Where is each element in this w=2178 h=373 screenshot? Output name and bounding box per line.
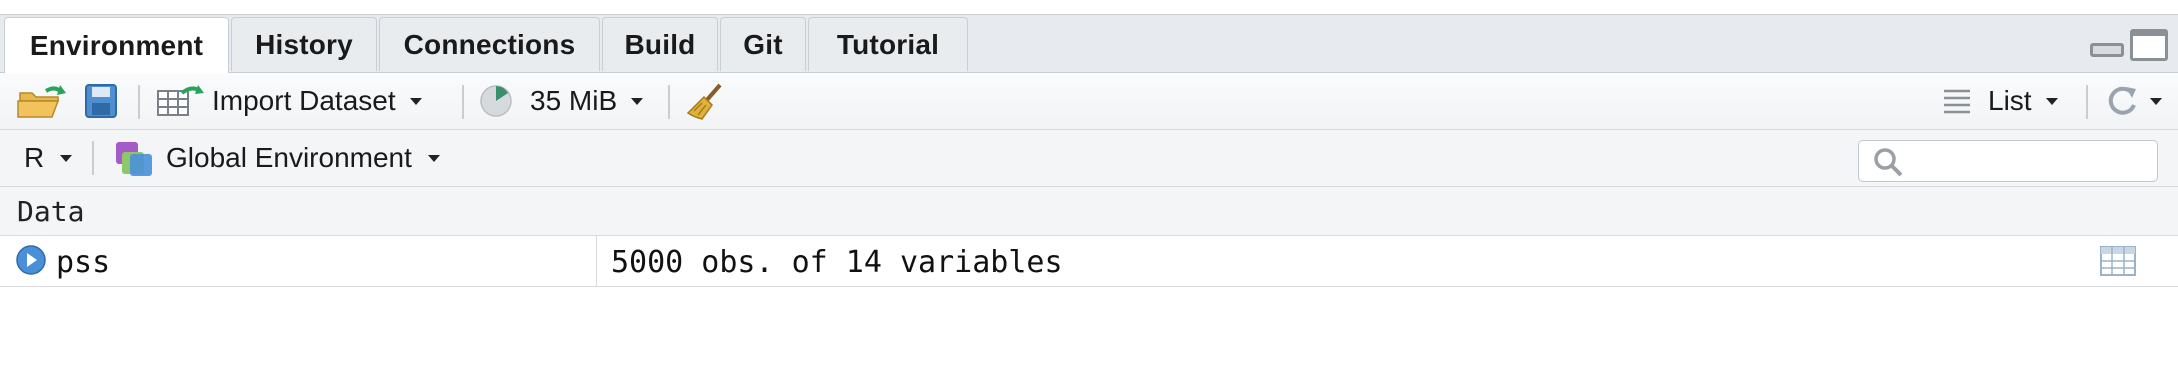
expand-arrow-icon[interactable] bbox=[15, 244, 47, 276]
language-label: R bbox=[24, 142, 45, 173]
chevron-down-icon bbox=[409, 97, 422, 105]
chevron-down-icon bbox=[2150, 97, 2162, 105]
toolbar-separator bbox=[462, 85, 464, 119]
window-controls bbox=[2090, 29, 2168, 61]
environment-layers-icon bbox=[116, 142, 152, 176]
column-divider bbox=[596, 236, 597, 286]
tab-bar: Environment History Connections Build Gi… bbox=[0, 15, 2178, 73]
section-header-data: Data bbox=[0, 187, 2178, 236]
top-strip bbox=[0, 0, 2178, 14]
maximize-pane-icon[interactable] bbox=[2130, 29, 2168, 61]
folder-open-icon bbox=[17, 85, 66, 118]
chevron-down-icon bbox=[631, 97, 644, 105]
memory-pie-icon bbox=[480, 85, 512, 117]
refresh-button[interactable] bbox=[2104, 73, 2162, 129]
tab-git[interactable]: Git bbox=[720, 17, 806, 71]
broom-clear-icon bbox=[686, 83, 722, 120]
search-icon bbox=[1874, 148, 1903, 177]
toolbar-separator bbox=[2086, 85, 2088, 119]
tab-build[interactable]: Build bbox=[602, 17, 718, 71]
chevron-down-icon bbox=[2045, 97, 2058, 105]
view-mode-button[interactable]: List bbox=[1942, 73, 2058, 129]
variable-name: pss bbox=[56, 245, 111, 280]
toolbar-separator bbox=[92, 141, 94, 175]
import-dataset-label: Import Dataset bbox=[212, 85, 396, 116]
refresh-icon bbox=[2108, 86, 2136, 115]
table-row[interactable]: pss 5000 obs. of 14 variables bbox=[0, 236, 2178, 287]
chevron-down-icon bbox=[60, 154, 73, 162]
toolbar-separator bbox=[138, 85, 140, 119]
tab-environment[interactable]: Environment bbox=[4, 17, 229, 73]
view-mode-label: List bbox=[1988, 85, 2032, 116]
list-lines-icon bbox=[1944, 89, 1970, 114]
variable-value: 5000 obs. of 14 variables bbox=[611, 245, 1063, 280]
clear-workspace-button[interactable] bbox=[686, 73, 726, 129]
memory-usage-label: 35 MiB bbox=[530, 85, 618, 116]
search-field[interactable] bbox=[1911, 145, 2145, 179]
environment-toolbar: Import Dataset 35 MiB List bbox=[0, 73, 2178, 130]
environment-selector-bar: R Global Environment bbox=[0, 130, 2178, 187]
minimize-pane-icon[interactable] bbox=[2090, 43, 2124, 57]
import-dataset-button[interactable]: Import Dataset bbox=[156, 73, 422, 129]
chevron-down-icon bbox=[427, 154, 440, 162]
language-dropdown[interactable]: R bbox=[24, 130, 73, 186]
memory-usage-button[interactable]: 35 MiB bbox=[478, 73, 644, 129]
environment-dropdown[interactable]: Global Environment bbox=[114, 130, 440, 186]
tab-history[interactable]: History bbox=[231, 17, 377, 71]
table-view-icon[interactable] bbox=[2100, 246, 2136, 276]
save-workspace-button[interactable] bbox=[84, 73, 118, 129]
tab-tutorial[interactable]: Tutorial bbox=[808, 17, 968, 71]
search-input[interactable] bbox=[1858, 140, 2158, 182]
import-table-icon bbox=[157, 85, 204, 116]
section-title: Data bbox=[17, 194, 85, 228]
environment-pane: Environment History Connections Build Gi… bbox=[0, 14, 2178, 373]
toolbar-separator bbox=[668, 85, 670, 119]
environment-label: Global Environment bbox=[166, 142, 412, 173]
tab-connections[interactable]: Connections bbox=[379, 17, 600, 71]
save-disk-icon bbox=[85, 84, 117, 118]
load-workspace-button[interactable] bbox=[16, 73, 68, 129]
